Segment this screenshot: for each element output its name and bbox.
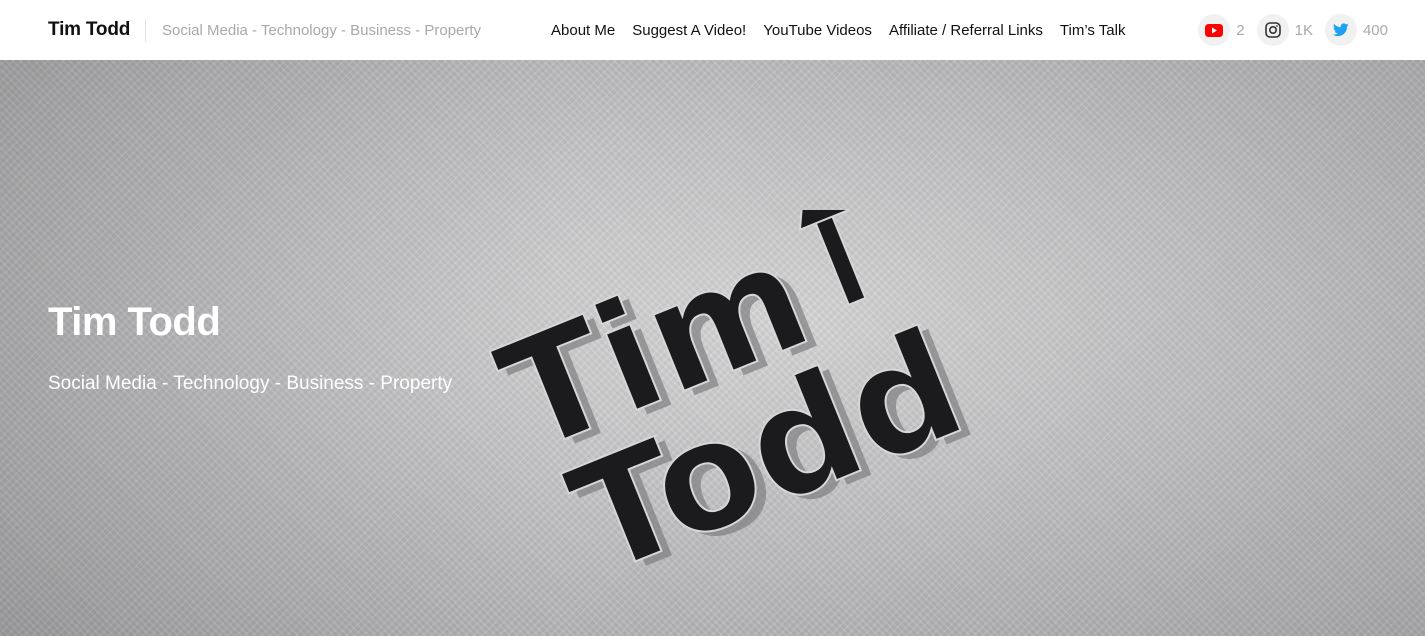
- social-link-youtube[interactable]: 2: [1198, 14, 1245, 46]
- site-title[interactable]: Tim Todd: [48, 19, 130, 41]
- hero-banner: Tim Todd Tim Todd Tim Todd Social Media …: [0, 60, 1425, 636]
- twitter-icon[interactable]: [1324, 14, 1357, 46]
- site-header: Tim Todd Social Media - Technology - Bus…: [0, 0, 1425, 60]
- twitter-count: 400: [1362, 21, 1388, 39]
- hero-logo-image: Tim Todd Tim Todd: [477, 210, 996, 590]
- hero-title: Tim Todd: [48, 300, 221, 344]
- social-link-instagram[interactable]: 1K: [1256, 14, 1313, 46]
- site-tagline: Social Media - Technology - Business - P…: [162, 22, 482, 39]
- nav-item-tims-talk[interactable]: Tim’s Talk: [1060, 22, 1126, 39]
- social-links: 2 1K 400: [1198, 14, 1388, 46]
- header-divider: [145, 19, 146, 42]
- nav-item-about-me[interactable]: About Me: [551, 22, 615, 39]
- main-nav: About Me Suggest A Video! YouTube Videos…: [551, 22, 1125, 39]
- nav-item-suggest-video[interactable]: Suggest A Video!: [632, 22, 746, 39]
- instagram-count: 1K: [1294, 21, 1313, 39]
- youtube-count: 2: [1236, 21, 1245, 39]
- nav-item-youtube-videos[interactable]: YouTube Videos: [763, 22, 872, 39]
- instagram-icon[interactable]: [1256, 14, 1289, 46]
- hero-subtitle: Social Media - Technology - Business - P…: [48, 373, 453, 394]
- social-link-twitter[interactable]: 400: [1324, 14, 1388, 46]
- youtube-icon[interactable]: [1198, 14, 1231, 46]
- nav-item-affiliate-links[interactable]: Affiliate / Referral Links: [889, 22, 1043, 39]
